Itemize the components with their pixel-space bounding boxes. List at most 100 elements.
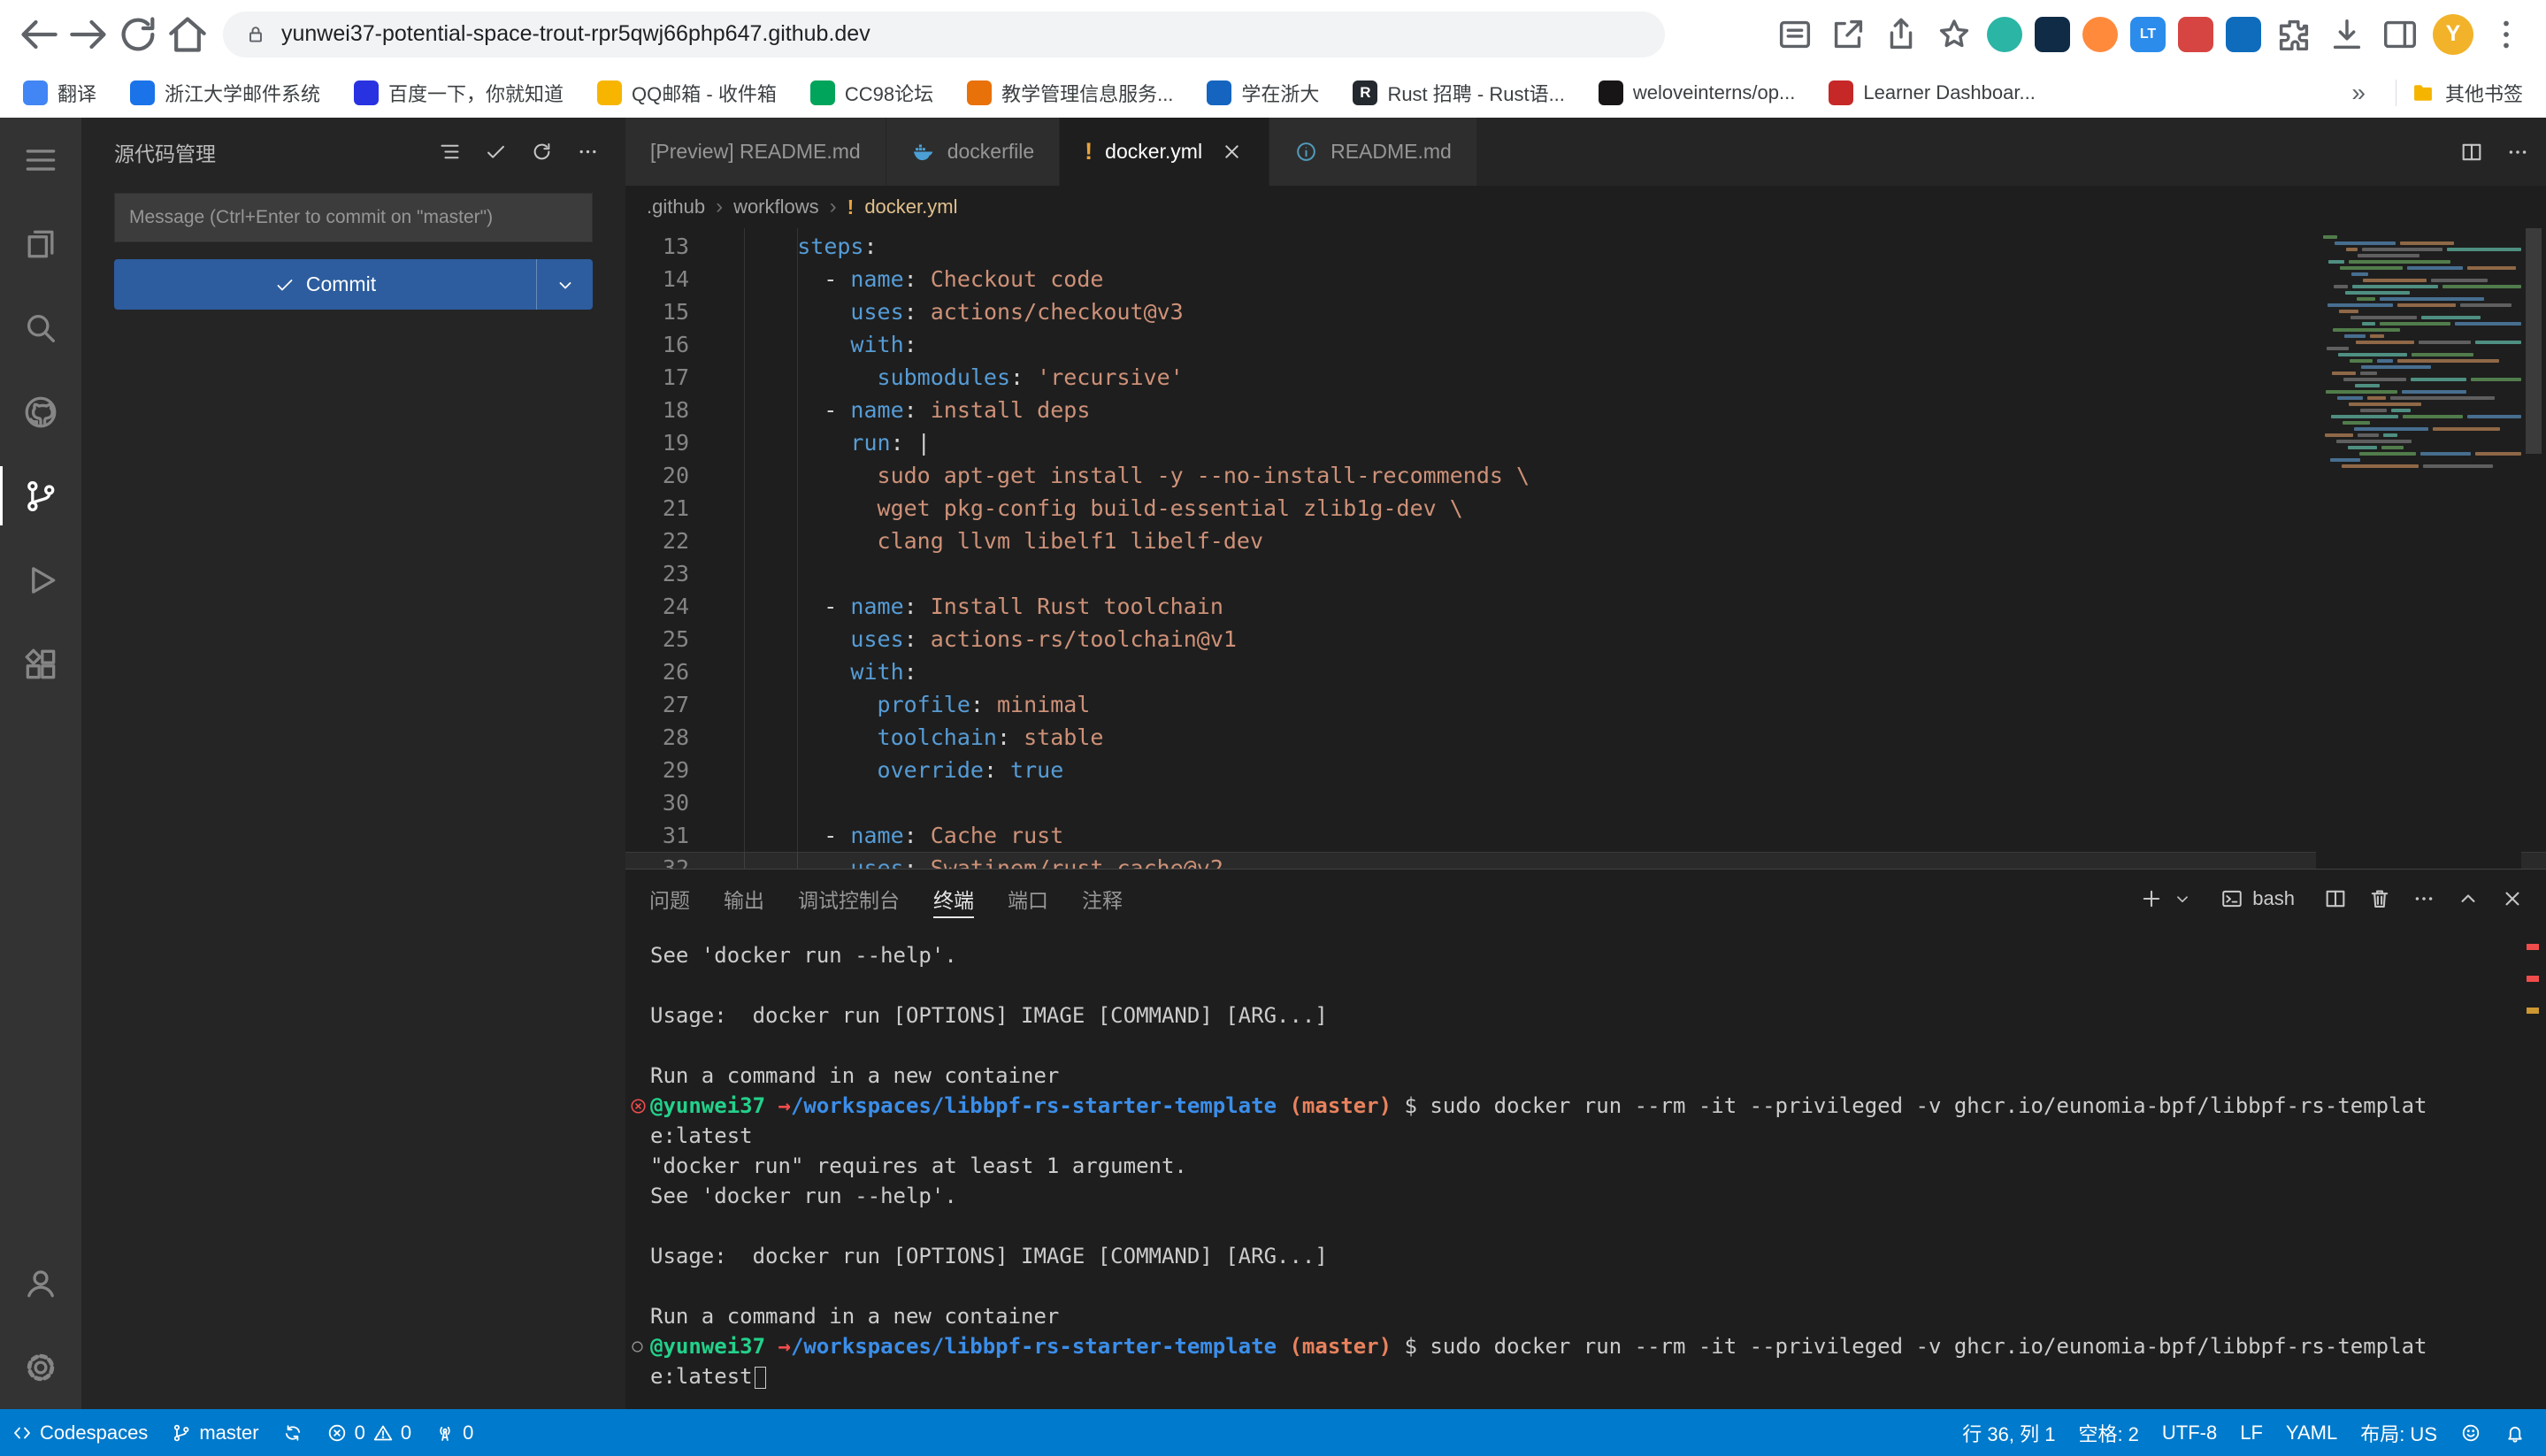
bookmark-item[interactable]: 百度一下，你就知道: [354, 79, 564, 107]
codespaces-indicator[interactable]: Codespaces: [0, 1409, 159, 1456]
breadcrumb-item[interactable]: .github: [647, 195, 705, 218]
terminal-instance-item[interactable]: bash: [2212, 884, 2304, 914]
panel-more-actions-button[interactable]: [2412, 886, 2436, 911]
menu-button[interactable]: [0, 118, 81, 202]
cursor-position[interactable]: 行 36, 列 1: [1951, 1409, 2067, 1456]
sync-button[interactable]: [271, 1409, 315, 1456]
home-button[interactable]: [163, 10, 212, 59]
info-icon: [1294, 140, 1318, 164]
panel-tab[interactable]: 端口: [1008, 870, 1048, 928]
activity-bar-top: [0, 118, 81, 706]
feedback-button[interactable]: [2449, 1409, 2493, 1456]
terminal[interactable]: See 'docker run --help'.Usage: docker ru…: [625, 928, 2546, 1409]
kill-terminal-button[interactable]: [2367, 886, 2392, 911]
tab-readme.md[interactable]: README.md: [1269, 118, 1477, 186]
downloads-icon[interactable]: [2327, 14, 2367, 55]
bookmark-star-icon[interactable]: [1934, 14, 1975, 55]
panel-tab[interactable]: 终端: [933, 870, 974, 928]
tab-docker.yml[interactable]: !docker.yml: [1060, 118, 1269, 186]
settings-button[interactable]: [0, 1325, 81, 1409]
extensions-button[interactable]: [0, 622, 81, 706]
bookmark-item[interactable]: weloveinterns/op...: [1599, 80, 1795, 105]
run-debug-button[interactable]: [0, 538, 81, 622]
forward-button[interactable]: [64, 10, 113, 59]
keyboard-layout-label: 布局: US: [2360, 1419, 2437, 1447]
bookmark-item[interactable]: 教学管理信息服务...: [967, 79, 1173, 107]
browser-menu-icon[interactable]: [2486, 14, 2527, 55]
explorer-button[interactable]: [0, 202, 81, 286]
open-in-new-icon[interactable]: [1828, 14, 1868, 55]
close-icon[interactable]: [1220, 140, 1244, 164]
profile-avatar[interactable]: Y: [2433, 14, 2473, 55]
editor-scrollbar[interactable]: [2521, 228, 2546, 869]
code-editor[interactable]: 13 steps:14 - name: Checkout code15 uses…: [625, 228, 2546, 869]
bookmark-item[interactable]: 学在浙大: [1207, 79, 1319, 107]
sidebar-toggle-icon[interactable]: [2380, 14, 2420, 55]
terminal-profile-dropdown[interactable]: [2173, 889, 2192, 908]
reload-button[interactable]: [113, 10, 163, 59]
editor-more-actions-icon[interactable]: [2505, 140, 2530, 165]
more-actions-icon[interactable]: [569, 134, 606, 171]
back-button[interactable]: [14, 10, 64, 59]
teal-extension-icon[interactable]: [1987, 17, 2022, 52]
minimap[interactable]: [2316, 228, 2521, 869]
notifications-button[interactable]: [2493, 1409, 2537, 1456]
url-bar[interactable]: yunwei37-potential-space-trout-rpr5qwj66…: [223, 11, 1665, 57]
bookmark-item[interactable]: Learner Dashboar...: [1829, 80, 2035, 105]
close-panel-button[interactable]: [2500, 886, 2525, 911]
other-bookmarks-button[interactable]: 其他书签: [2411, 79, 2523, 107]
orange-extension-icon[interactable]: [2082, 17, 2118, 52]
bookmark-item[interactable]: QQ邮箱 - 收件箱: [597, 79, 777, 107]
url-text[interactable]: yunwei37-potential-space-trout-rpr5qwj66…: [281, 21, 870, 47]
breadcrumb-file[interactable]: docker.yml: [864, 195, 957, 218]
commit-button[interactable]: Commit: [114, 259, 593, 310]
split-editor-icon[interactable]: [2459, 140, 2484, 165]
warning-icon: !: [847, 197, 855, 218]
commit-action-icon[interactable]: [477, 134, 514, 171]
eol[interactable]: LF: [2228, 1409, 2274, 1456]
commit-button-main[interactable]: Commit: [114, 259, 536, 310]
panel-tab[interactable]: 注释: [1082, 870, 1123, 928]
puzzle-icon[interactable]: [2274, 14, 2314, 55]
blue-grid-extension-icon[interactable]: [2226, 17, 2261, 52]
search-button[interactable]: [0, 286, 81, 370]
bookmark-item[interactable]: 翻译: [23, 79, 96, 107]
github-button[interactable]: [0, 370, 81, 454]
maximize-panel-button[interactable]: [2456, 886, 2481, 911]
bookmark-item[interactable]: RRust 招聘 - Rust语...: [1353, 79, 1564, 107]
account-button[interactable]: [0, 1241, 81, 1325]
panel-tab[interactable]: 调试控制台: [798, 870, 900, 928]
collections-icon[interactable]: [1775, 14, 1815, 55]
source-control-button[interactable]: [0, 454, 81, 538]
breadcrumb-item[interactable]: workflows: [733, 195, 819, 218]
commit-message-input[interactable]: [114, 193, 593, 242]
scrollbar-slider[interactable]: [2526, 228, 2542, 454]
bookmark-item[interactable]: CC98论坛: [810, 79, 933, 107]
tab--preview-readme.md[interactable]: [Preview] README.md: [625, 118, 886, 186]
red-extension-icon[interactable]: [2178, 17, 2213, 52]
language-mode[interactable]: YAML: [2274, 1409, 2349, 1456]
bookmark-label: weloveinterns/op...: [1633, 81, 1795, 104]
problems-indicator[interactable]: 00: [315, 1409, 424, 1456]
new-terminal-button[interactable]: [2139, 886, 2164, 911]
terminal-line: [627, 1031, 2546, 1061]
split-terminal-button[interactable]: [2323, 886, 2348, 911]
commit-dropdown-button[interactable]: [536, 259, 593, 310]
view-as-list-icon[interactable]: [431, 134, 468, 171]
refresh-icon[interactable]: [523, 134, 560, 171]
encoding[interactable]: UTF-8: [2151, 1409, 2228, 1456]
terminal-cursor: [755, 1367, 766, 1389]
indentation[interactable]: 空格: 2: [2067, 1409, 2150, 1456]
branch-indicator[interactable]: master: [159, 1409, 270, 1456]
keyboard-layout[interactable]: 布局: US: [2349, 1409, 2449, 1456]
tab-dockerfile[interactable]: dockerfile: [886, 118, 1060, 186]
share-icon[interactable]: [1881, 14, 1921, 55]
bookmarks-overflow-button[interactable]: »: [2335, 79, 2381, 107]
ports-indicator[interactable]: 0: [423, 1409, 485, 1456]
editor-line: 16 with:: [625, 328, 2546, 361]
panel-tab[interactable]: 问题: [649, 870, 690, 928]
deepl-extension-icon[interactable]: [2035, 17, 2070, 52]
bookmark-item[interactable]: 浙江大学邮件系统: [130, 79, 320, 107]
panel-tab[interactable]: 输出: [724, 870, 764, 928]
languagetool-extension-icon[interactable]: LT: [2130, 17, 2166, 52]
